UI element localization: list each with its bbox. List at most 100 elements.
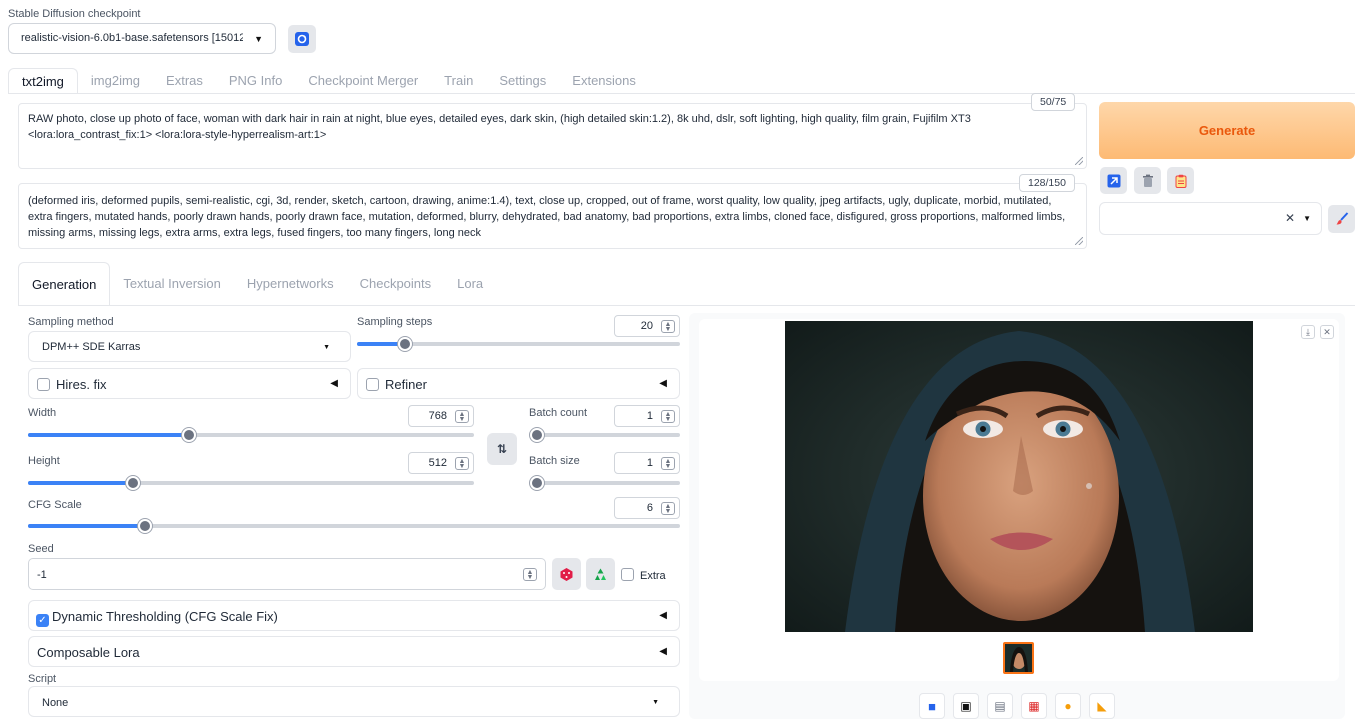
tab-checkpoints[interactable]: Checkpoints	[347, 262, 445, 306]
tab-generation[interactable]: Generation	[18, 262, 111, 306]
width-input[interactable]: 768 ▲ ▼	[408, 405, 474, 427]
collapse-icon[interactable]: ◀	[659, 378, 667, 389]
zip-button[interactable]: ▤	[987, 693, 1013, 719]
portrait-image	[785, 321, 1253, 632]
sampling-method-dropdown[interactable]: DPM++ SDE Karras ▼	[28, 331, 351, 362]
prompt-token-counter: 50/75	[1031, 93, 1076, 111]
collapse-icon[interactable]: ◀	[659, 610, 667, 621]
tab-train[interactable]: Train	[431, 68, 486, 94]
prompt-textarea[interactable]: RAW photo, close up photo of face, woman…	[18, 103, 1087, 169]
slider-thumb[interactable]	[530, 428, 544, 442]
height-value: 512	[428, 457, 447, 469]
refiner-label: Refiner	[385, 377, 427, 392]
seed-input[interactable]: -1 ▲ ▼	[28, 558, 546, 590]
recycle-icon	[595, 568, 606, 580]
dynamic-thresholding-checkbox[interactable]: ✓	[36, 614, 49, 627]
sub-tabs: Generation Textual Inversion Hypernetwor…	[18, 262, 496, 306]
refiner-checkbox[interactable]	[366, 378, 379, 391]
gallery-thumbnail[interactable]	[1003, 642, 1034, 674]
resize-handle-icon[interactable]	[1075, 237, 1083, 245]
dynamic-thresholding-toggle[interactable]: ✓ Dynamic Thresholding (CFG Scale Fix)	[36, 609, 278, 627]
sampling-steps-slider[interactable]	[357, 337, 680, 351]
width-slider[interactable]	[28, 428, 474, 442]
spinner-icon[interactable]: ▲ ▼	[661, 502, 675, 515]
composable-lora-accordion[interactable]: Composable Lora ◀	[28, 636, 680, 667]
batch-count-value: 1	[646, 410, 653, 422]
open-folder-button[interactable]: ■	[919, 693, 945, 719]
send-to-extras-button[interactable]: ◣	[1089, 693, 1115, 719]
spinner-icon[interactable]: ▲ ▼	[661, 457, 675, 470]
tab-checkpoint-merger[interactable]: Checkpoint Merger	[295, 68, 431, 94]
batch-count-input[interactable]: 1 ▲ ▼	[614, 405, 680, 427]
cfg-scale-label: CFG Scale	[28, 499, 82, 511]
batch-size-slider[interactable]	[530, 476, 680, 490]
height-slider[interactable]	[28, 476, 474, 490]
styles-dropdown[interactable]: ✕ ▼	[1099, 202, 1322, 235]
tab-img2img[interactable]: img2img	[78, 68, 153, 94]
spinner-icon[interactable]: ▲ ▼	[661, 410, 675, 423]
collapse-icon[interactable]: ◀	[330, 378, 338, 389]
chevron-down-icon: ▼	[323, 344, 330, 351]
generate-button[interactable]: Generate	[1099, 102, 1355, 159]
spinner-icon[interactable]: ▲ ▼	[455, 457, 469, 470]
clear-icon[interactable]: ✕	[1285, 211, 1295, 225]
sampling-method-label: Sampling method	[28, 316, 114, 328]
slider-thumb[interactable]	[181, 428, 196, 442]
send-to-img2img-button[interactable]: ▦	[1021, 693, 1047, 719]
clear-prompt-button[interactable]	[1134, 167, 1161, 194]
dynamic-thresholding-accordion[interactable]: ✓ Dynamic Thresholding (CFG Scale Fix) ◀	[28, 600, 680, 631]
collapse-icon[interactable]: ◀	[659, 646, 667, 657]
tab-hypernetworks[interactable]: Hypernetworks	[234, 262, 347, 306]
tab-settings[interactable]: Settings	[486, 68, 559, 94]
refiner-accordion[interactable]: Refiner ◀	[357, 368, 680, 399]
slider-thumb[interactable]	[138, 519, 153, 533]
spinner-icon[interactable]: ▲ ▼	[523, 568, 537, 581]
apply-style-button[interactable]	[1167, 167, 1194, 194]
refresh-checkpoint-button[interactable]	[288, 25, 316, 53]
swap-dimensions-button[interactable]: ⇅	[487, 433, 517, 465]
hires-fix-accordion[interactable]: Hires. fix ◀	[28, 368, 351, 399]
cfg-scale-slider[interactable]	[28, 519, 680, 533]
cfg-scale-value: 6	[646, 502, 653, 514]
resize-handle-icon[interactable]	[1075, 157, 1083, 165]
send-to-inpaint-button[interactable]: ●	[1055, 693, 1081, 719]
seed-extra-toggle[interactable]: Extra	[621, 568, 666, 582]
paintbrush-icon	[1336, 212, 1348, 225]
tab-extensions[interactable]: Extensions	[559, 68, 649, 94]
tab-png-info[interactable]: PNG Info	[216, 68, 295, 94]
save-button[interactable]: ▣	[953, 693, 979, 719]
checkpoint-dropdown[interactable]: realistic-vision-6.0b1-base.safetensors …	[8, 23, 276, 54]
reuse-seed-button[interactable]	[586, 558, 615, 590]
sampling-steps-input[interactable]: 20 ▲ ▼	[614, 315, 680, 337]
hires-fix-toggle[interactable]: Hires. fix	[37, 377, 107, 392]
refiner-toggle[interactable]: Refiner	[366, 377, 427, 392]
random-seed-button[interactable]	[552, 558, 581, 590]
cfg-scale-input[interactable]: 6 ▲ ▼	[614, 497, 680, 519]
generated-image[interactable]	[785, 321, 1253, 632]
height-input[interactable]: 512 ▲ ▼	[408, 452, 474, 474]
tab-lora[interactable]: Lora	[444, 262, 496, 306]
download-icon[interactable]: ⤓	[1301, 325, 1315, 339]
slider-fill	[28, 524, 146, 528]
slider-thumb[interactable]	[530, 476, 544, 490]
batch-size-input[interactable]: 1 ▲ ▼	[614, 452, 680, 474]
tab-extras[interactable]: Extras	[153, 68, 216, 94]
batch-count-slider[interactable]	[530, 428, 680, 442]
folder-icon: ■	[928, 698, 936, 714]
main-tabs: txt2img img2img Extras PNG Info Checkpoi…	[8, 68, 649, 94]
spinner-icon[interactable]: ▲ ▼	[455, 410, 469, 423]
read-params-button[interactable]	[1100, 167, 1127, 194]
slider-thumb[interactable]	[125, 476, 140, 490]
thumbnail-image	[1005, 644, 1032, 672]
hires-fix-checkbox[interactable]	[37, 378, 50, 391]
edit-styles-button[interactable]	[1328, 205, 1355, 233]
tab-textual-inversion[interactable]: Textual Inversion	[110, 262, 234, 306]
close-icon[interactable]: ✕	[1320, 325, 1334, 339]
negative-prompt-textarea[interactable]: (deformed iris, deformed pupils, semi-re…	[18, 183, 1087, 249]
palette-icon: ●	[1064, 699, 1072, 713]
spinner-icon[interactable]: ▲ ▼	[661, 320, 675, 333]
script-dropdown[interactable]: None ▼	[28, 686, 680, 717]
tab-txt2img[interactable]: txt2img	[8, 68, 78, 94]
slider-thumb[interactable]	[398, 337, 413, 351]
seed-extra-checkbox[interactable]	[621, 568, 634, 581]
